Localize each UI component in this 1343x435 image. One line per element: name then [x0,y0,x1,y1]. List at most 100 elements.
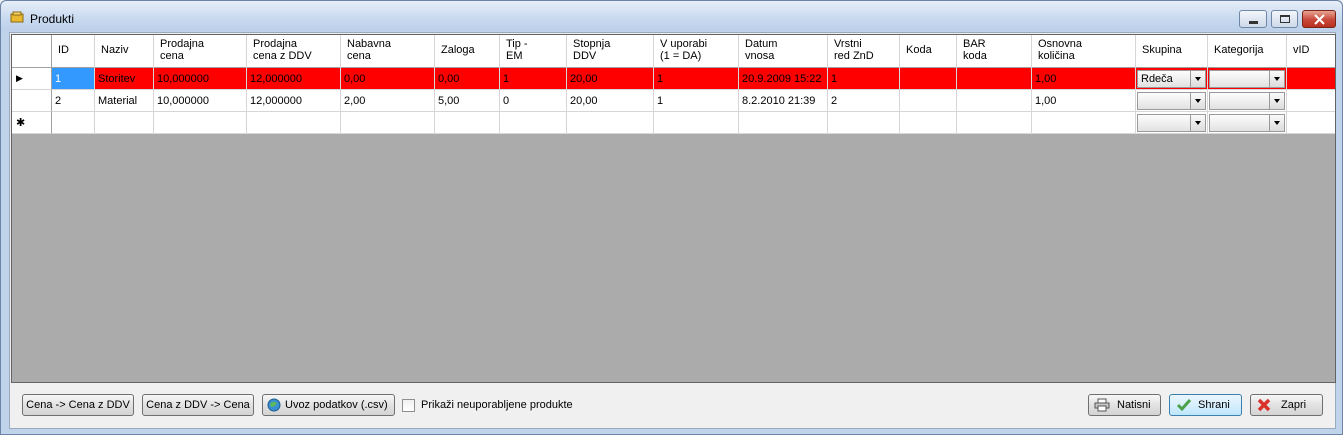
products-data-grid[interactable]: ID Naziv Prodajna cena Prodajna cena z DDV N… [11,34,1336,383]
cell-kategorija[interactable] [1208,68,1287,90]
cell-koda[interactable] [900,90,957,112]
cell-naziv[interactable] [95,112,154,134]
cell-datum-vnosa[interactable]: 20.9.2009 15:22 [739,68,828,90]
cell-koda[interactable] [900,112,957,134]
cell-osnovna-kolicina[interactable] [1032,112,1136,134]
cell-zaloga[interactable]: 0,00 [435,68,500,90]
column-header-vid[interactable]: vID [1287,35,1335,68]
cell-tip-em[interactable] [500,112,567,134]
cell-prodajna-cena[interactable]: 10,000000 [154,68,247,90]
maximize-button[interactable] [1271,10,1298,28]
cell-naziv[interactable]: Material [95,90,154,112]
title-bar[interactable]: Produkti [1,1,1342,31]
column-header-koda[interactable]: Koda [900,35,957,68]
cell-datum-vnosa[interactable]: 8.2.2010 21:39 [739,90,828,112]
cell-stopnja-ddv[interactable] [567,112,654,134]
cell-zaloga[interactable] [435,112,500,134]
skupina-combobox[interactable]: Rdeča [1137,70,1206,88]
new-row[interactable]: ✱ [12,112,1335,134]
dropdown-arrow-icon[interactable] [1190,71,1205,87]
cell-skupina[interactable]: Rdeča [1136,68,1208,90]
cell-vrstni-red[interactable]: 1 [828,68,900,90]
column-header-tip-em[interactable]: Tip - EM [500,35,567,68]
close-button[interactable] [1302,10,1336,28]
cell-nabavna-cena[interactable]: 2,00 [341,90,435,112]
column-header-osnovna-kolicina[interactable]: Osnovna količina [1032,35,1136,68]
cell-nabavna-cena[interactable]: 0,00 [341,68,435,90]
column-header-prodajna-cena[interactable]: Prodajna cena [154,35,247,68]
cell-id[interactable]: 1 [52,68,95,90]
cell-vid[interactable] [1287,112,1335,134]
cell-vid[interactable] [1287,90,1335,112]
cell-prodajna-cena[interactable] [154,112,247,134]
zapri-button[interactable]: Zapri [1250,394,1323,416]
column-header-kategorija[interactable]: Kategorija [1208,35,1287,68]
cell-skupina[interactable] [1136,90,1208,112]
shrani-button[interactable]: Shrani [1169,394,1242,416]
column-header-zaloga[interactable]: Zaloga [435,35,500,68]
column-header-skupina[interactable]: Skupina [1136,35,1208,68]
cell-id[interactable] [52,112,95,134]
cell-datum-vnosa[interactable] [739,112,828,134]
cell-v-uporabi[interactable]: 1 [654,68,739,90]
cell-stopnja-ddv[interactable]: 20,00 [567,68,654,90]
skupina-combobox[interactable] [1137,92,1206,110]
uvoz-podatkov-button[interactable]: Uvoz podatkov (.csv) [262,394,395,416]
cell-koda[interactable] [900,68,957,90]
cell-vrstni-red[interactable] [828,112,900,134]
cell-zaloga[interactable]: 5,00 [435,90,500,112]
table-row[interactable]: 2 Material 10,000000 12,000000 2,00 5,00 0 20,0… [12,90,1335,112]
cell-prodajna-cena-ddv[interactable]: 12,000000 [247,68,341,90]
cell-vid[interactable] [1287,68,1335,90]
row-header[interactable] [12,90,52,112]
cell-osnovna-kolicina[interactable]: 1,00 [1032,90,1136,112]
products-app-icon [10,11,24,23]
cell-stopnja-ddv[interactable]: 20,00 [567,90,654,112]
table-row[interactable]: ▶ 1 Storitev 10,000000 12,000000 0,00 0,00 1 20,… [12,68,1335,90]
row-header[interactable]: ▶ [12,68,52,90]
cell-osnovna-kolicina[interactable]: 1,00 [1032,68,1136,90]
cena-z-ddv-to-cena-button[interactable]: Cena z DDV -> Cena [142,394,254,416]
column-header-bar-koda[interactable]: BAR koda [957,35,1032,68]
cell-vrstni-red[interactable]: 2 [828,90,900,112]
kategorija-combobox[interactable] [1209,114,1285,132]
cell-naziv[interactable]: Storitev [95,68,154,90]
cell-prodajna-cena-ddv[interactable]: 12,000000 [247,90,341,112]
cell-skupina[interactable] [1136,112,1208,134]
dropdown-arrow-icon[interactable] [1190,93,1205,109]
column-header-vrstni-red[interactable]: Vrstni red ZnD [828,35,900,68]
cell-v-uporabi[interactable] [654,112,739,134]
cell-nabavna-cena[interactable] [341,112,435,134]
cell-prodajna-cena[interactable]: 10,000000 [154,90,247,112]
column-header-prodajna-cena-ddv[interactable]: Prodajna cena z DDV [247,35,341,68]
dropdown-arrow-icon[interactable] [1269,115,1284,131]
cell-prodajna-cena-ddv[interactable] [247,112,341,134]
cell-v-uporabi[interactable]: 1 [654,90,739,112]
column-header-stopnja-ddv[interactable]: Stopnja DDV [567,35,654,68]
cell-tip-em[interactable]: 1 [500,68,567,90]
column-header-v-uporabi[interactable]: V uporabi (1 = DA) [654,35,739,68]
prikazi-neuporabljene-checkbox[interactable] [402,399,415,412]
cell-tip-em[interactable]: 0 [500,90,567,112]
kategorija-combobox[interactable] [1209,92,1285,110]
cell-bar-koda[interactable] [957,112,1032,134]
column-header-naziv[interactable]: Naziv [95,35,154,68]
dropdown-arrow-icon[interactable] [1269,71,1284,87]
minimize-button[interactable] [1239,10,1267,28]
cell-bar-koda[interactable] [957,68,1032,90]
dropdown-arrow-icon[interactable] [1190,115,1205,131]
row-header[interactable]: ✱ [12,112,52,134]
cell-bar-koda[interactable] [957,90,1032,112]
skupina-combobox[interactable] [1137,114,1206,132]
cena-to-cena-z-ddv-button[interactable]: Cena -> Cena z DDV [22,394,134,416]
natisni-button[interactable]: Natisni [1088,394,1161,416]
cell-id[interactable]: 2 [52,90,95,112]
column-header-id[interactable]: ID [52,35,95,68]
cell-kategorija[interactable] [1208,90,1287,112]
column-header-nabavna-cena[interactable]: Nabavna cena [341,35,435,68]
dropdown-arrow-icon[interactable] [1269,93,1284,109]
kategorija-combobox[interactable] [1209,70,1285,88]
cell-kategorija[interactable] [1208,112,1287,134]
column-header-datum-vnosa[interactable]: Datum vnosa [739,35,828,68]
row-header-corner [12,35,52,68]
